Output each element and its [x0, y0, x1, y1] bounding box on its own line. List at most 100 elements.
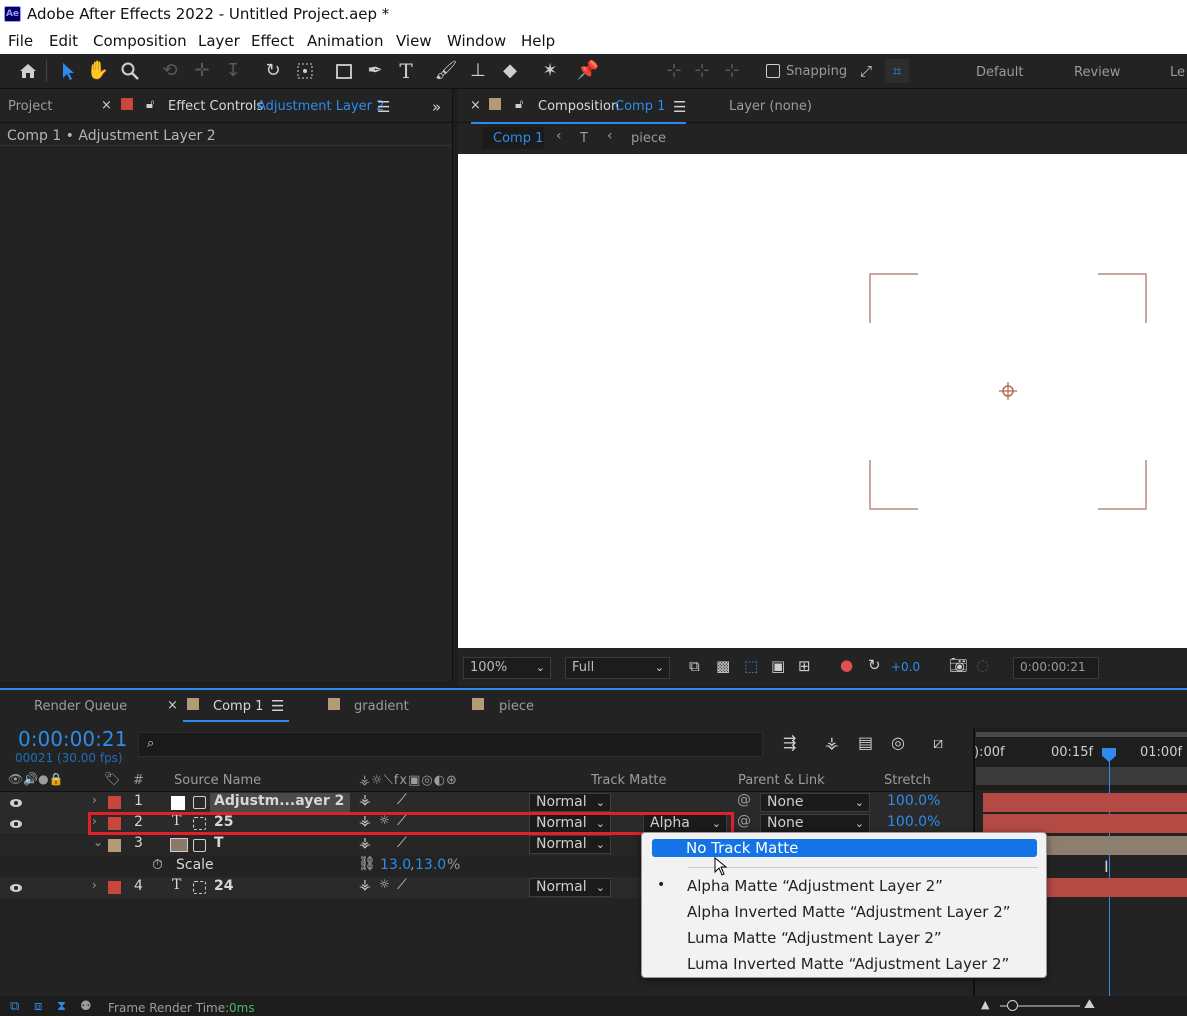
- zoom-out-icon[interactable]: ▲: [981, 998, 989, 1011]
- transfer-controls-toggle-icon[interactable]: ⧈: [34, 999, 42, 1014]
- scale-y-value[interactable]: 13.0: [415, 857, 446, 873]
- home-icon[interactable]: [16, 59, 40, 83]
- axis-local-icon[interactable]: ⊹: [662, 59, 686, 83]
- menu-item-alpha-matte[interactable]: Alpha Matte “Adjustment Layer 2”: [687, 877, 943, 895]
- guides-icon[interactable]: ⊞: [798, 657, 811, 675]
- stretch-value[interactable]: 100.0%: [887, 814, 940, 830]
- frame-blending-icon[interactable]: ▤: [858, 733, 873, 752]
- hand-tool-icon[interactable]: ✋: [86, 59, 110, 83]
- constrain-proportions-icon[interactable]: ⛓︎: [358, 856, 376, 872]
- workspace-review[interactable]: Review: [1074, 65, 1120, 80]
- pick-whip-icon[interactable]: @: [737, 792, 751, 808]
- shy-switch-icon[interactable]: ⚶: [359, 835, 371, 851]
- roto-brush-icon[interactable]: ✶: [538, 59, 562, 83]
- stopwatch-icon[interactable]: ⏱︎: [152, 857, 163, 873]
- menu-item-no-track-matte[interactable]: No Track Matte: [652, 839, 1037, 857]
- menu-item-alpha-inverted-matte[interactable]: Alpha Inverted Matte “Adjustment Layer 2…: [687, 903, 1011, 921]
- motion-blur-icon[interactable]: ◎: [891, 733, 905, 752]
- tab-project[interactable]: Project: [8, 99, 52, 114]
- tab-composition[interactable]: Composition: [538, 99, 619, 114]
- blend-mode-dropdown[interactable]: Normal ⌄: [529, 878, 611, 897]
- exposure-value[interactable]: +0.0: [891, 660, 920, 674]
- tab-layer[interactable]: Layer (none): [729, 99, 812, 114]
- pen-tool-icon[interactable]: ✒: [363, 59, 387, 83]
- pan-tool-icon[interactable]: ✛: [190, 59, 214, 83]
- pick-whip-icon[interactable]: @: [737, 813, 751, 829]
- chevron-right-icon[interactable]: ›: [92, 878, 97, 892]
- dolly-tool-icon[interactable]: ↧: [221, 59, 245, 83]
- channels-icon[interactable]: ●: [840, 656, 853, 674]
- lock-icon[interactable]: 🔓︎: [146, 97, 154, 112]
- anchor-tool-icon[interactable]: [293, 59, 317, 83]
- in-out-toggle-icon[interactable]: ⧗: [57, 999, 66, 1014]
- label-color[interactable]: [108, 881, 121, 894]
- tab-render-queue[interactable]: Render Queue: [34, 699, 127, 714]
- chevron-down-icon[interactable]: ⌄: [93, 835, 103, 849]
- resolution-dropdown[interactable]: Full ⌄: [565, 657, 670, 679]
- clone-stamp-icon[interactable]: ⊥: [466, 59, 490, 83]
- menu-layer[interactable]: Layer: [198, 32, 240, 50]
- eye-icon[interactable]: [9, 883, 23, 893]
- show-snapshot-icon[interactable]: ◌: [976, 656, 989, 674]
- breadcrumb-piece[interactable]: piece: [631, 131, 666, 146]
- parent-dropdown[interactable]: None ⌄: [760, 793, 870, 812]
- current-time-display[interactable]: 0:00:00:21: [1013, 657, 1099, 679]
- fast-preview-icon[interactable]: ⧉: [689, 657, 700, 675]
- region-of-interest-icon[interactable]: ▣: [771, 657, 785, 675]
- rectangle-tool-icon[interactable]: [332, 59, 356, 83]
- anchor-point-icon[interactable]: [998, 381, 1018, 401]
- shy-switch-icon[interactable]: ⚶: [359, 877, 371, 893]
- shy-switch-icon[interactable]: ⚶: [359, 792, 371, 808]
- eye-icon[interactable]: [9, 819, 23, 829]
- axis-world-icon[interactable]: ⊹: [690, 59, 714, 83]
- tab-gradient[interactable]: gradient: [354, 699, 409, 714]
- orbit-tool-icon[interactable]: ⟲: [158, 59, 182, 83]
- label-color[interactable]: [108, 796, 121, 809]
- tab-effect-controls[interactable]: Effect Controls: [168, 99, 263, 114]
- panel-menu-icon[interactable]: ☰: [377, 98, 390, 116]
- time-ruler[interactable]: ):00f 00:15f 01:00f: [974, 728, 1187, 790]
- axis-view-icon[interactable]: ⊹: [720, 59, 744, 83]
- layer-search-input[interactable]: ⌕: [138, 732, 763, 757]
- snapping-checkbox[interactable]: [766, 64, 780, 78]
- menu-item-luma-matte[interactable]: Luma Matte “Adjustment Layer 2”: [687, 929, 942, 947]
- scale-x-value[interactable]: 13.0: [380, 857, 411, 873]
- menu-effect[interactable]: Effect: [251, 32, 294, 50]
- panel-menu-icon[interactable]: ☰: [271, 697, 284, 715]
- layer-row[interactable]: › 1 Adjustm...ayer 2 ⚶ ⟋ Normal ⌄ @ None ⌄…: [0, 792, 975, 813]
- layer-name[interactable]: Adjustm...ayer 2: [214, 793, 344, 809]
- zoom-slider-handle[interactable]: [1007, 1000, 1018, 1011]
- layer-name[interactable]: T: [214, 835, 224, 851]
- menu-file[interactable]: File: [8, 32, 33, 50]
- current-time[interactable]: 0:00:00:21: [18, 727, 127, 751]
- rotate-tool-icon[interactable]: ↻: [261, 59, 285, 83]
- layer-name[interactable]: 24: [214, 878, 233, 894]
- shy-layers-icon[interactable]: ⚶: [825, 733, 839, 752]
- close-icon[interactable]: ×: [470, 98, 481, 113]
- color-management-icon[interactable]: ↻: [868, 656, 881, 674]
- comp-mini-flowchart-icon[interactable]: ⇶: [783, 733, 796, 752]
- snapshot-icon[interactable]: 📷︎: [949, 656, 968, 674]
- workspace-more[interactable]: Le: [1170, 65, 1185, 80]
- quality-switch-icon[interactable]: ⟋: [397, 792, 407, 808]
- zoom-in-icon[interactable]: ⛰: [1084, 997, 1095, 1012]
- expand-panels-icon[interactable]: »: [432, 98, 441, 116]
- selection-tool-icon[interactable]: [56, 59, 80, 83]
- snap-features-icon[interactable]: ⌗: [885, 59, 909, 83]
- type-tool-icon[interactable]: T: [394, 59, 418, 83]
- eraser-tool-icon[interactable]: ◆: [498, 59, 522, 83]
- layer-duration-bar[interactable]: [983, 793, 1187, 812]
- render-time-toggle-icon[interactable]: ⚉: [80, 999, 92, 1014]
- breadcrumb-comp1[interactable]: Comp 1: [493, 131, 543, 146]
- column-source-name[interactable]: Source Name: [174, 773, 261, 788]
- layer-switches-toggle-icon[interactable]: ⧉: [10, 999, 19, 1014]
- workspace-default[interactable]: Default: [976, 65, 1024, 80]
- label-color[interactable]: [108, 839, 121, 852]
- lock-icon[interactable]: 🔓︎: [515, 97, 523, 112]
- panel-menu-icon[interactable]: ☰: [673, 98, 686, 116]
- close-icon[interactable]: ×: [101, 98, 112, 113]
- parent-dropdown[interactable]: None ⌄: [760, 814, 870, 833]
- menu-animation[interactable]: Animation: [307, 32, 383, 50]
- layer-duration-bar[interactable]: [983, 814, 1187, 833]
- eye-icon[interactable]: [9, 798, 23, 808]
